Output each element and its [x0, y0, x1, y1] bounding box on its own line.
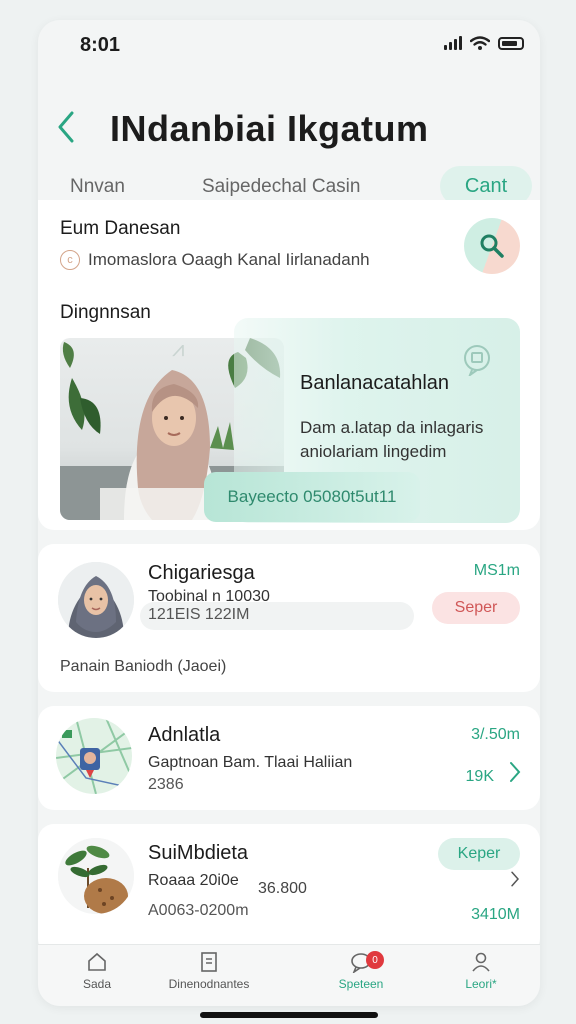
- avatar: [58, 562, 134, 638]
- status-icons: [444, 36, 524, 50]
- home-icon: [88, 952, 106, 971]
- status-badge[interactable]: Keper: [438, 838, 520, 870]
- tab-label: Sada: [82, 977, 112, 991]
- notification-badge: 0: [366, 951, 384, 969]
- header: INdanbiai Ikgatum Nnvan Saipedechal Casi…: [38, 80, 540, 220]
- item-detail: A0063-0200m: [148, 902, 249, 919]
- item-title: Chigariesga: [148, 562, 255, 584]
- page-title: INdanbiai Ikgatum: [110, 108, 429, 149]
- bottom-tab-bar: Sada Dinenodnantes 0 Speteen Leori*: [38, 944, 540, 1006]
- status-badge[interactable]: Seper: [432, 592, 520, 624]
- overlay-title: Banlanacatahlan: [300, 372, 450, 394]
- tab-label: Speteen: [338, 977, 384, 991]
- item-price: MS1m: [473, 562, 520, 579]
- map-thumbnail: [56, 718, 132, 794]
- home-indicator: [200, 1012, 378, 1018]
- phone-screen: 8:01 INdanbiai Ikgatum Nnvan Saipedechal…: [38, 20, 540, 1006]
- chevron-right-icon[interactable]: [508, 870, 522, 888]
- item-title: SuiMbdieta: [148, 842, 249, 864]
- item-detail: 121EIS 122IM: [148, 606, 250, 623]
- tab-sada[interactable]: Sada: [42, 951, 152, 991]
- item-title: Adnlatla: [148, 724, 221, 746]
- item-subtitle: Gaptnoan Bam. Tlaai Haliian: [148, 754, 353, 771]
- item-count: 19K: [465, 768, 494, 785]
- item-amount: 36.800: [258, 880, 307, 897]
- tab-label: Dinenodnantes: [168, 977, 250, 991]
- overlay-action-button[interactable]: Bayeecto 05080t5ut11: [204, 472, 420, 522]
- status-time: 8:01: [80, 34, 121, 56]
- item-footer: Panain Baniodh (Jaoei): [60, 658, 227, 675]
- tab-speteen[interactable]: 0 Speteen: [306, 951, 416, 991]
- tab-label: Leori*: [465, 977, 497, 991]
- item-subtitle: Roaaa 20i0e: [148, 872, 239, 889]
- section-label: Dingnnsan: [60, 302, 151, 323]
- plant-thumbnail: [58, 838, 134, 914]
- battery-icon: [498, 36, 524, 50]
- status-bar: 8:01: [38, 20, 540, 72]
- document-icon: [201, 952, 217, 972]
- featured-subtitle: Imomaslora Oaagh Kanal Iirlanadanh: [88, 250, 370, 269]
- share-icon: ⩘: [172, 336, 185, 361]
- featured-subtitle-row: c Imomaslora Oaagh Kanal Iirlanadanh: [60, 250, 370, 270]
- list-item[interactable]: Chigariesga Toobinal n 10030 121EIS 122I…: [38, 544, 540, 692]
- overlay-body: Dam a.latap da inlagaris aniolariam ling…: [300, 418, 484, 461]
- item-price: 3/.50m: [471, 726, 520, 743]
- back-arrow-icon[interactable]: [54, 110, 78, 144]
- list-item[interactable]: Adnlatla Gaptnoan Bam. Tlaai Haliian 238…: [38, 706, 540, 810]
- wifi-icon: [470, 36, 490, 50]
- tab-dinenodnantes[interactable]: Dinenodnantes: [154, 951, 264, 991]
- search-button[interactable]: [464, 218, 520, 274]
- featured-heading: Eum Danesan: [60, 218, 181, 239]
- signal-icon: [444, 36, 462, 50]
- info-icon: c: [60, 250, 80, 270]
- message-icon: [464, 345, 490, 376]
- item-detail: 2386: [148, 776, 184, 793]
- item-price: 3410M: [471, 906, 520, 923]
- chevron-right-icon[interactable]: [508, 760, 522, 784]
- search-icon: [480, 234, 504, 258]
- tab-saipedechal[interactable]: Saipedechal Casin: [202, 176, 360, 198]
- tab-nnvan[interactable]: Nnvan: [70, 176, 125, 198]
- tab-leori[interactable]: Leori*: [426, 951, 536, 991]
- profile-icon: [472, 952, 490, 972]
- list-item[interactable]: SuiMbdieta Roaaa 20i0e 36.800 A0063-0200…: [38, 824, 540, 954]
